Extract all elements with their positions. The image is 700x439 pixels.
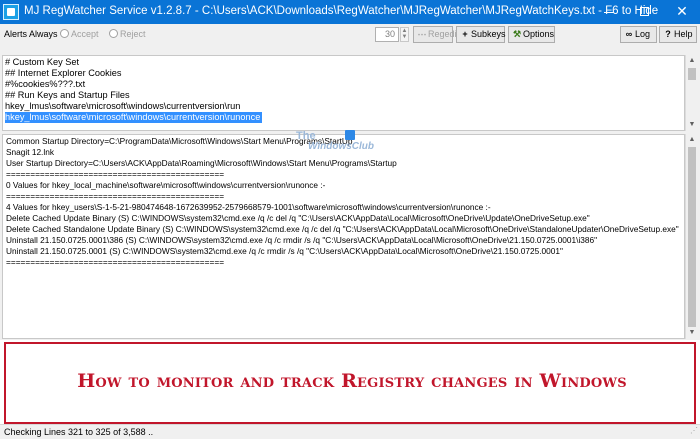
- keyset-line[interactable]: ## Run Keys and Startup Files: [5, 90, 130, 101]
- scroll-up-icon[interactable]: ▲: [686, 134, 698, 146]
- accept-label: Accept: [71, 29, 99, 39]
- interval-spinner[interactable]: ▲ ▼: [400, 27, 409, 42]
- output-log[interactable]: Common Startup Directory=C:\ProgramData\…: [2, 134, 685, 339]
- keyset-line[interactable]: ## Internet Explorer Cookies: [5, 68, 121, 79]
- close-icon: ✕: [676, 3, 688, 19]
- scroll-up-icon[interactable]: ▲: [686, 55, 698, 67]
- keyset-line[interactable]: hkey_lmus\software\microsoft\windows\cur…: [5, 101, 240, 112]
- wrench-icon: ⚒: [512, 29, 522, 39]
- watermark-subtext: WindowsClub: [308, 141, 375, 152]
- banner-title: How to monitor and track Registry change…: [77, 370, 627, 392]
- resize-grip-icon[interactable]: ⋰: [690, 424, 698, 438]
- log-button[interactable]: ∞ Log: [620, 26, 657, 43]
- regedit-button[interactable]: ⋯ Regedit: [413, 26, 459, 43]
- title-bar[interactable]: MJ RegWatcher Service v1.2.8.7 - C:\User…: [0, 0, 700, 24]
- output-line: Delete Cached Standalone Update Binary (…: [6, 224, 679, 234]
- reject-label: Reject: [120, 29, 146, 39]
- scroll-thumb[interactable]: [688, 147, 696, 327]
- maximize-icon: [640, 7, 649, 16]
- scroll-down-icon[interactable]: ▼: [686, 327, 698, 339]
- keyset-line[interactable]: # Custom Key Set: [5, 57, 79, 68]
- glasses-icon: ∞: [625, 29, 633, 39]
- watermark-logo-icon: [345, 130, 355, 140]
- app-window: MJ RegWatcher Service v1.2.8.7 - C:\User…: [0, 0, 700, 439]
- help-icon: ?: [665, 29, 671, 39]
- output-line: 0 Values for hkey_local_machine\software…: [6, 180, 326, 190]
- subkeys-button[interactable]: + Subkeys: [456, 26, 506, 43]
- keyset-line-selected[interactable]: hkey_lmus\software\microsoft\windows\cur…: [5, 112, 263, 123]
- minimize-button[interactable]: [591, 0, 627, 24]
- keyset-line[interactable]: #%cookies%???.txt: [5, 79, 85, 90]
- window-title: MJ RegWatcher Service v1.2.8.7 - C:\User…: [24, 5, 659, 17]
- interval-field[interactable]: 30: [375, 27, 399, 42]
- watermark-text: The: [296, 130, 316, 142]
- reject-radio[interactable]: [109, 29, 118, 38]
- keyset-scrollbar[interactable]: ▲ ▼: [685, 55, 698, 131]
- output-line: Uninstall 21.150.0725.0001\386 (S) C:\WI…: [6, 235, 598, 245]
- maximize-button[interactable]: [627, 0, 663, 24]
- plus-icon: +: [462, 29, 468, 39]
- status-text: Checking Lines 321 to 325 of 3,588 ..: [4, 427, 154, 437]
- keyset-editor[interactable]: # Custom Key Set ## Internet Explorer Co…: [2, 55, 685, 131]
- app-icon: [3, 4, 19, 20]
- scroll-down-icon[interactable]: ▼: [686, 119, 698, 131]
- output-line: ========================================…: [6, 191, 225, 201]
- status-bar: Checking Lines 321 to 325 of 3,588 .. ⋰: [0, 424, 700, 439]
- output-line: Uninstall 21.150.0725.0001 (S) C:\WINDOW…: [6, 246, 563, 256]
- output-line: ========================================…: [6, 169, 225, 179]
- regedit-icon: ⋯: [417, 29, 427, 39]
- output-line: Snagit 12.lnk: [6, 147, 54, 157]
- minimize-icon: [604, 12, 614, 13]
- caption-banner: How to monitor and track Registry change…: [0, 340, 700, 424]
- banner-frame: How to monitor and track Registry change…: [4, 342, 696, 424]
- options-button[interactable]: ⚒ Options: [508, 26, 555, 43]
- accept-radio[interactable]: [60, 29, 69, 38]
- close-button[interactable]: ✕: [664, 0, 700, 24]
- spin-down-icon[interactable]: ▼: [401, 34, 408, 40]
- output-line: 4 Values for hkey_users\S-1-5-21-9804746…: [6, 202, 491, 212]
- output-line: Delete Cached Update Binary (S) C:\WINDO…: [6, 213, 590, 223]
- toolbar: Alerts Always Accept Reject 30 ▲ ▼ ⋯ Rege…: [0, 24, 700, 45]
- alerts-always-label: Alerts Always: [4, 29, 58, 39]
- output-scrollbar[interactable]: ▲ ▼: [685, 134, 698, 339]
- scroll-thumb[interactable]: [688, 68, 696, 80]
- output-line: User Startup Directory=C:\Users\ACK\AppD…: [6, 158, 397, 168]
- output-line: ========================================…: [6, 257, 225, 267]
- help-button[interactable]: ? Help: [659, 26, 697, 43]
